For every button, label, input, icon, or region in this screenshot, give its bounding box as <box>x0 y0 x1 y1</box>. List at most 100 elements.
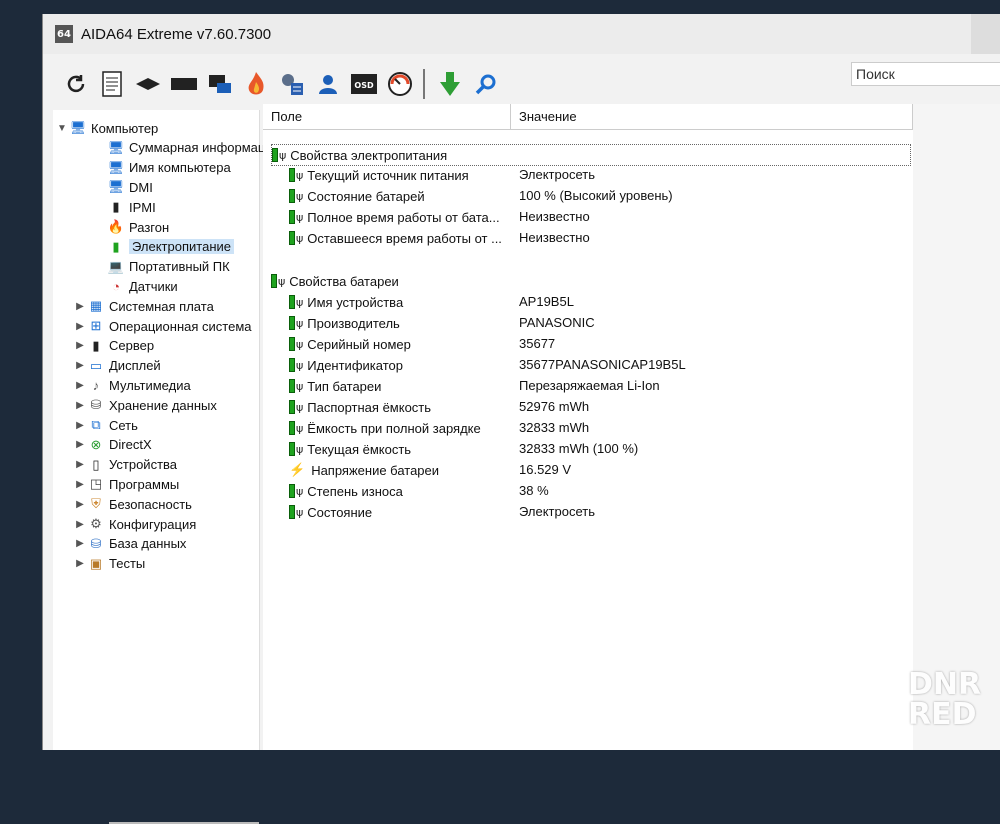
battery-icon: ψ <box>289 189 303 203</box>
tree-item-label: Сеть <box>109 417 138 433</box>
motherboard-icon[interactable] <box>131 67 165 101</box>
report-icon[interactable] <box>95 67 129 101</box>
chevron-right-icon[interactable]: ▶ <box>73 380 87 391</box>
column-header-field[interactable]: Поле <box>263 104 511 130</box>
battery-icon: ψ <box>289 231 303 245</box>
field-label: Степень износа <box>307 483 403 499</box>
chevron-right-icon[interactable]: ▶ <box>73 420 87 431</box>
chevron-right-icon[interactable]: ▶ <box>73 479 87 490</box>
tree-item[interactable]: ▶ ⛁ База данных <box>73 534 186 554</box>
tree-item[interactable]: ▶ ◳ Программы <box>73 474 179 494</box>
tree-item[interactable]: 💻 Портативный ПК <box>93 257 230 277</box>
chevron-right-icon[interactable]: ▶ <box>73 538 87 549</box>
tree-item[interactable]: ▶ ▦ Системная плата <box>73 296 214 316</box>
network-icon[interactable] <box>203 67 237 101</box>
svg-text:OSD: OSD <box>354 81 374 90</box>
list-item[interactable]: ⚡ Напряжение батареи <box>289 460 439 480</box>
list-item[interactable]: ψ Состояние батарей <box>289 186 425 206</box>
field-label: Текущая ёмкость <box>307 441 412 457</box>
list-item[interactable]: ψ Текущий источник питания <box>289 165 469 185</box>
tree-item[interactable]: ▶ ▮ Сервер <box>73 336 154 356</box>
tree-item-label: Разгон <box>129 219 170 235</box>
field-label: Производитель <box>307 315 400 331</box>
tree-item[interactable]: 🔥 Разгон <box>93 217 169 237</box>
list-item[interactable]: ψ Оставшееся время работы от ... <box>289 228 502 248</box>
battery-icon: ψ <box>289 168 303 182</box>
tree-item[interactable]: ◔ Датчики <box>93 276 178 296</box>
tree-item-label: Устройства <box>109 457 178 473</box>
tree-item[interactable]: ▶ ⚙ Конфигурация <box>73 514 196 534</box>
tree-item[interactable]: ▶ ▯ Устройства <box>73 455 177 475</box>
field-value: PANASONIC <box>519 315 595 330</box>
field-value: Электросеть <box>519 504 596 519</box>
field-value: AP19B5L <box>519 294 574 309</box>
tree-item[interactable]: ▶ ⛨ Безопасность <box>73 494 192 514</box>
chevron-down-icon[interactable]: ▼ <box>55 123 69 134</box>
chevron-right-icon[interactable]: ▶ <box>73 340 87 351</box>
tree-item[interactable]: 🖥 Суммарная информаци <box>93 138 273 158</box>
chevron-right-icon[interactable]: ▶ <box>73 459 87 470</box>
chevron-right-icon[interactable]: ▶ <box>73 321 87 332</box>
tree-item-label: Хранение данных <box>109 397 217 413</box>
devices-icon: ▯ <box>92 456 100 472</box>
tree-item[interactable]: 🖥 DMI <box>93 177 153 197</box>
computer-icon: 🖥 <box>69 120 87 135</box>
field-value: 100 % (Высокий уровень) <box>519 188 673 203</box>
chevron-right-icon[interactable]: ▶ <box>73 400 87 411</box>
watermark-line2: RED <box>908 697 977 732</box>
list-item[interactable]: ψ Состояние <box>289 502 372 522</box>
field-label: Состояние <box>307 504 373 520</box>
download-icon[interactable] <box>433 67 467 101</box>
xbox-icon: ⊗ <box>90 436 102 452</box>
list-item[interactable]: ψ Идентификатор <box>289 355 403 375</box>
list-item[interactable]: ψ Текущая ёмкость <box>289 439 411 459</box>
tree-item[interactable]: ▼ 🖥 Компьютер <box>55 118 158 138</box>
config-icon[interactable] <box>275 67 309 101</box>
battery-icon: ψ <box>289 484 303 498</box>
user-icon[interactable] <box>311 67 345 101</box>
flame-icon[interactable] <box>239 67 273 101</box>
chevron-right-icon[interactable]: ▶ <box>73 558 87 569</box>
field-value: 35677PANASONICAP19B5L <box>519 357 686 372</box>
chevron-right-icon[interactable]: ▶ <box>73 499 87 510</box>
list-item[interactable]: ψ Имя устройства <box>289 292 403 312</box>
gauge-icon[interactable] <box>383 67 417 101</box>
list-item[interactable]: ψ Полное время работы от бата... <box>289 207 500 227</box>
memory-icon[interactable] <box>167 67 201 101</box>
chevron-right-icon[interactable]: ▶ <box>73 360 87 371</box>
chevron-right-icon[interactable]: ▶ <box>73 301 87 312</box>
list-item[interactable]: ψ Паспортная ёмкость <box>289 397 431 417</box>
osd-icon[interactable]: OSD <box>347 67 381 101</box>
field-value: 16.529 V <box>519 462 572 477</box>
column-header-value[interactable]: Значение <box>511 104 913 130</box>
refresh-icon[interactable] <box>59 67 93 101</box>
list-item[interactable]: ψ Степень износа <box>289 481 403 501</box>
field-label: Текущий источник питания <box>307 167 469 183</box>
tree-item[interactable]: ▶ ▭ Дисплей <box>73 356 161 376</box>
tree-item[interactable]: ▶ ▣ Тесты <box>73 554 145 574</box>
battery-icon: ψ <box>272 148 286 162</box>
chevron-right-icon[interactable]: ▶ <box>73 439 87 450</box>
battery-icon: ψ <box>289 505 303 519</box>
tree-item[interactable]: 🖥 Имя компьютера <box>93 158 231 178</box>
list-item[interactable]: ψ Производитель <box>289 313 400 333</box>
tree-item[interactable]: ▶ ⛁ Хранение данных <box>73 395 217 415</box>
list-item[interactable]: ψ Серийный номер <box>289 334 411 354</box>
search-input[interactable]: Поиск <box>851 62 1000 86</box>
tree-item[interactable]: ▶ ⧉ Сеть <box>73 415 138 435</box>
details-list: Поле Значение ψ Свойства электропитания ψ Т… <box>263 104 913 750</box>
tree-item[interactable]: ▶ ♪ Мультимедиа <box>73 375 191 395</box>
tree-item[interactable]: ▮ Электропитание <box>93 237 234 257</box>
list-item[interactable]: ψ Тип батареи <box>289 376 381 396</box>
tree-item[interactable]: ▮ IPMI <box>93 197 155 217</box>
watermark-line1: DNR <box>908 667 982 702</box>
chevron-right-icon[interactable]: ▶ <box>73 519 87 530</box>
window-controls[interactable] <box>971 14 1000 54</box>
windows-icon: ⊞ <box>90 318 102 333</box>
group-header[interactable]: ψ Свойства батареи <box>271 271 399 291</box>
list-item[interactable]: ψ Ёмкость при полной зарядке <box>289 418 481 438</box>
group-header[interactable]: ψ Свойства электропитания <box>271 144 911 166</box>
tree-item[interactable]: ▶ ⊞ Операционная система <box>73 316 251 336</box>
search-icon[interactable] <box>469 67 503 101</box>
tree-item[interactable]: ▶ ⊗ DirectX <box>73 435 151 455</box>
